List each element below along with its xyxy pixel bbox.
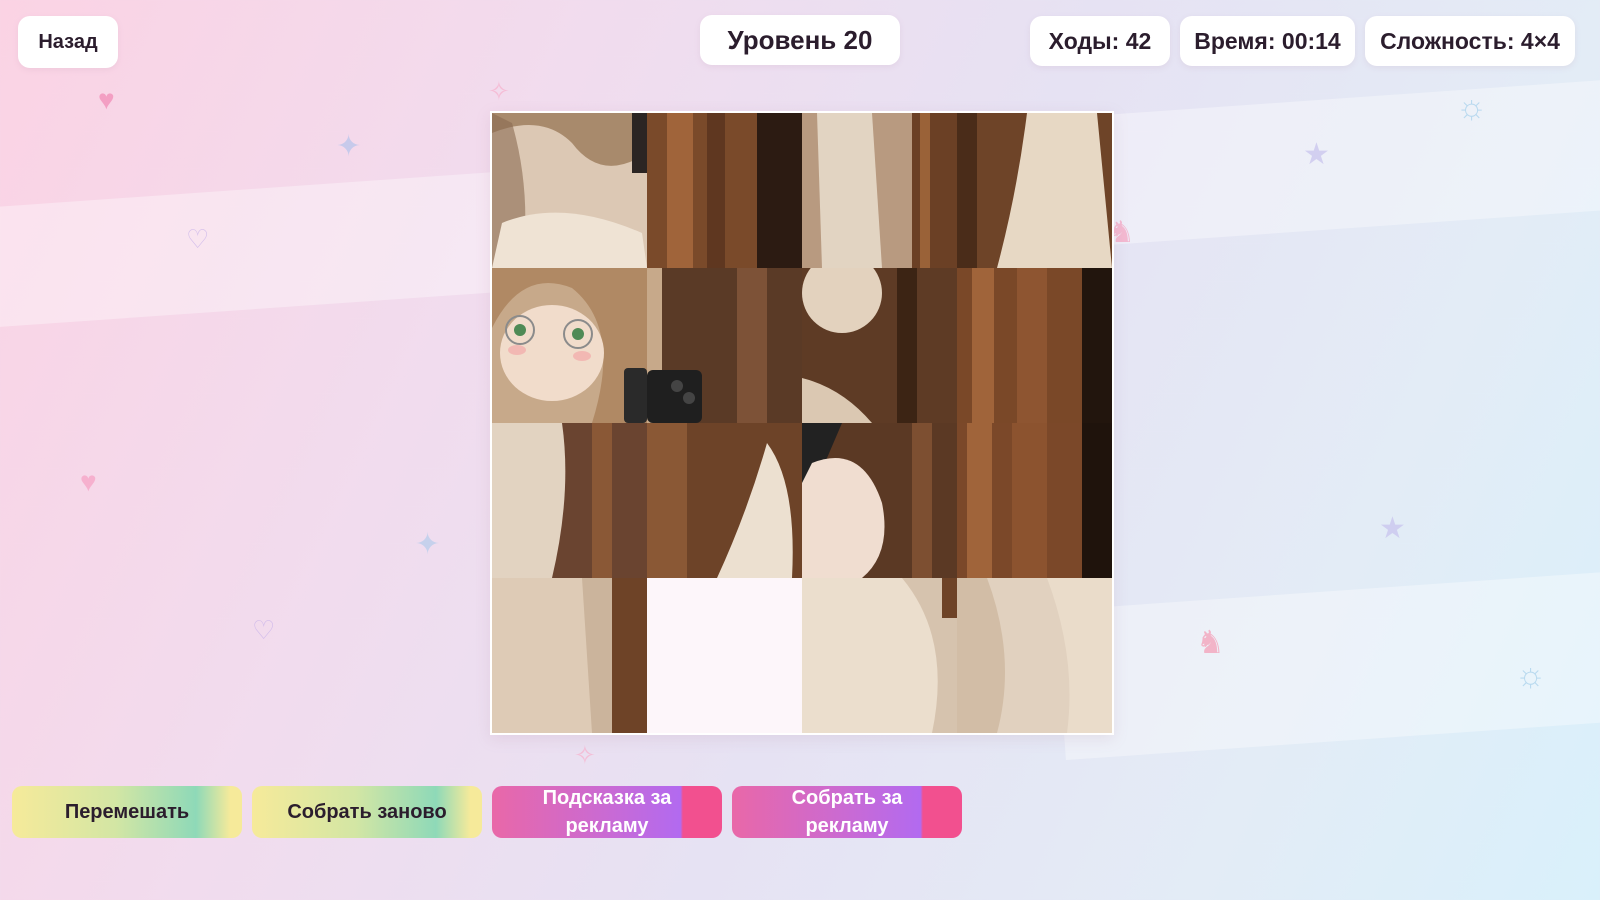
puzzle-tile[interactable] [492,113,647,268]
heart-outline-icon: ♡ [252,615,276,645]
sparkle-icon: ✧ [488,76,510,106]
heart-outline-icon: ♡ [186,224,210,254]
level-title: Уровень 20 [700,15,900,65]
sparkle-icon: ✦ [415,528,441,561]
puzzle-tile[interactable] [647,113,802,268]
star-icon: ★ [1303,138,1330,171]
hint-ad-button-label: Подсказка за рекламу [542,787,672,837]
back-button[interactable]: Назад [18,16,118,68]
empty-tile [647,578,802,733]
sun-icon: ☼ [1456,88,1488,126]
puzzle-tile[interactable] [957,423,1112,578]
shuffle-button-label: Перемешать [64,800,190,823]
chess-knight-icon: ♞ [1196,624,1225,660]
moves-counter: Ходы: 42 [1030,16,1170,66]
heart-icon: ♥ [80,466,97,497]
puzzle-tile[interactable] [957,113,1112,268]
reset-button[interactable]: Собрать заново [252,786,482,838]
puzzle-tile[interactable] [647,423,802,578]
puzzle-tile[interactable] [957,268,1112,423]
background-stripe [0,172,504,328]
reset-button-label: Собрать заново [287,800,447,823]
difficulty-indicator: Сложность: 4×4 [1365,16,1575,66]
shuffle-button[interactable]: Перемешать [12,786,242,838]
puzzle-tile[interactable] [492,268,647,423]
puzzle-tile[interactable] [802,268,957,423]
sun-icon: ☼ [1515,656,1547,694]
sparkle-icon: ✧ [574,740,596,770]
solve-ad-button[interactable]: Собрать за рекламу [732,786,962,838]
puzzle-tile[interactable] [647,268,802,423]
puzzle-tile[interactable] [802,423,957,578]
timer: Время: 00:14 [1180,16,1355,66]
puzzle-tile[interactable] [492,578,647,733]
heart-icon: ♥ [98,84,115,115]
puzzle-tile[interactable] [802,578,957,733]
puzzle-tile[interactable] [802,113,957,268]
solve-ad-button-label: Собрать за рекламу [791,787,903,837]
puzzle-board [490,111,1114,735]
puzzle-tile[interactable] [492,423,647,578]
puzzle-tile[interactable] [957,578,1112,733]
sparkle-icon: ✦ [336,130,362,163]
hint-ad-button[interactable]: Подсказка за рекламу [492,786,722,838]
star-icon: ★ [1379,512,1406,545]
